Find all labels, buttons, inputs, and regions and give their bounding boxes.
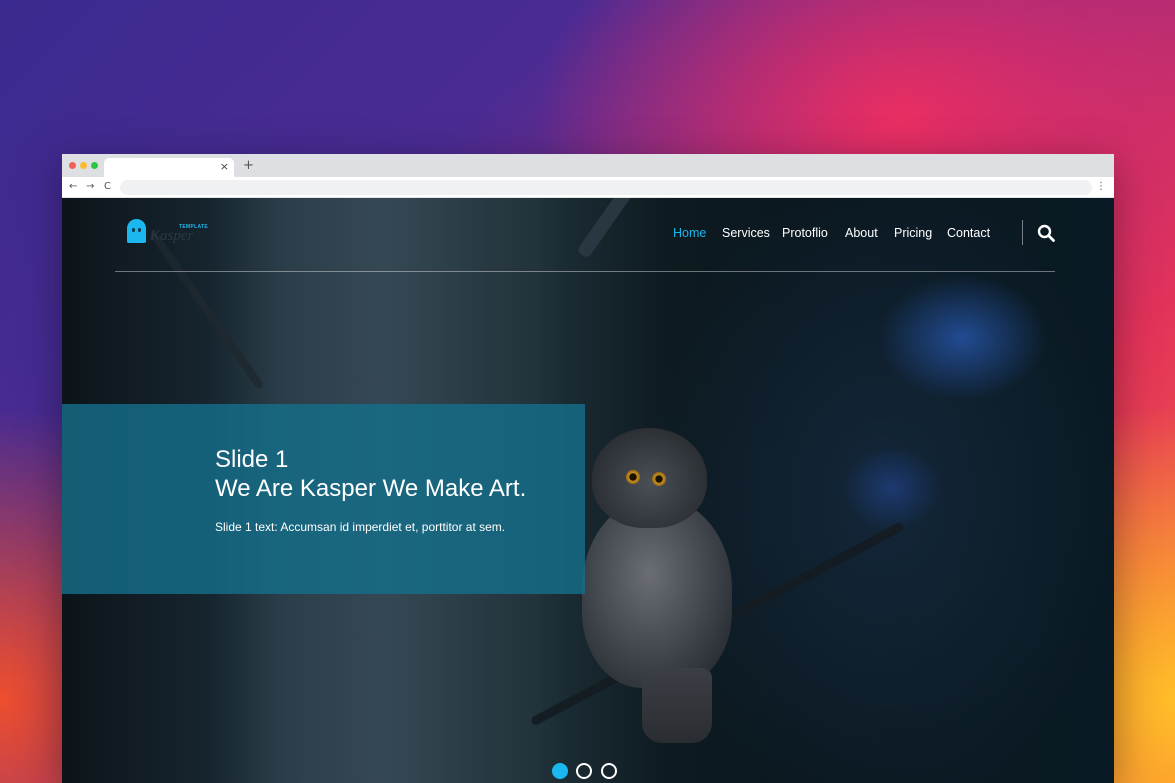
browser-menu-icon[interactable]: ⋮ xyxy=(1096,180,1106,194)
window-minimize-dot[interactable] xyxy=(80,162,87,169)
window-close-dot[interactable] xyxy=(69,162,76,169)
slide-caption-panel: Slide 1 We Are Kasper We Make Art. Slide… xyxy=(62,404,585,594)
browser-tab[interactable]: × xyxy=(104,158,234,177)
nav-link-home[interactable]: Home xyxy=(673,225,706,241)
forward-arrow-icon[interactable]: → xyxy=(86,179,94,195)
branch-image xyxy=(576,198,686,260)
nav-link-pricing[interactable]: Pricing xyxy=(894,225,932,241)
nav-divider xyxy=(1022,220,1023,245)
slide-title: Slide 1 xyxy=(215,446,289,473)
browser-window: × + ← → C ⋮ Kasper TEMPLATE Home Service… xyxy=(62,154,1114,783)
ghost-logo-icon xyxy=(127,219,146,243)
search-icon[interactable] xyxy=(1037,224,1055,242)
slider-dot-3[interactable] xyxy=(601,763,617,779)
address-bar[interactable] xyxy=(120,180,1092,195)
slider-dot-2[interactable] xyxy=(576,763,592,779)
nav-link-portfolio[interactable]: Protoflio xyxy=(782,225,828,241)
slide-heading: We Are Kasper We Make Art. xyxy=(215,475,527,502)
tab-close-icon[interactable]: × xyxy=(220,160,229,174)
slider-dot-1[interactable] xyxy=(552,763,568,779)
hero-section: Kasper TEMPLATE Home Services Protoflio … xyxy=(62,198,1114,783)
tab-bar: × + xyxy=(62,154,1114,177)
nav-link-services[interactable]: Services xyxy=(722,225,770,241)
logo-wordmark: Kasper xyxy=(150,228,194,244)
nav-link-about[interactable]: About xyxy=(845,225,878,241)
window-maximize-dot[interactable] xyxy=(91,162,98,169)
nav-link-contact[interactable]: Contact xyxy=(947,225,990,241)
new-tab-button[interactable]: + xyxy=(243,158,254,174)
slide-text: Slide 1 text: Accumsan id imperdiet et, … xyxy=(215,520,506,534)
header-divider xyxy=(115,271,1055,272)
browser-toolbar: ← → C ⋮ xyxy=(62,177,1114,198)
logo-tagline: TEMPLATE xyxy=(179,224,208,230)
reload-icon[interactable]: C xyxy=(104,179,111,195)
owl-image xyxy=(582,428,752,748)
site-logo[interactable]: Kasper TEMPLATE xyxy=(127,219,217,249)
back-arrow-icon[interactable]: ← xyxy=(69,179,77,195)
